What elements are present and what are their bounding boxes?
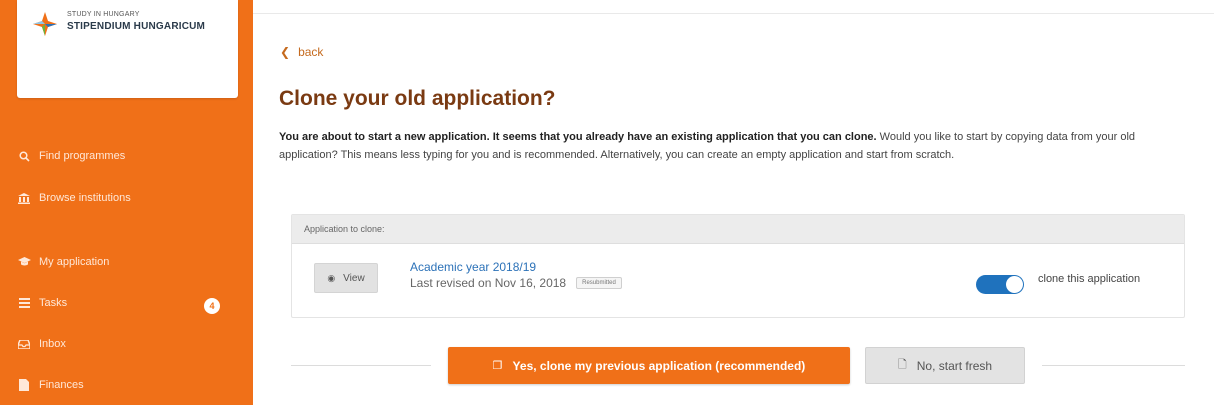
- view-button[interactable]: ◉ View: [314, 263, 378, 293]
- chevron-left-icon: ❮: [280, 45, 291, 59]
- sidebar-item-label: My application: [39, 256, 110, 268]
- document-icon: [17, 378, 31, 392]
- panel-header: Application to clone:: [292, 215, 1184, 244]
- clone-previous-application-button[interactable]: ❐ Yes, clone my previous application (re…: [448, 347, 850, 384]
- star-logo-icon: [33, 12, 57, 36]
- sidebar-item-inbox[interactable]: Inbox: [17, 334, 237, 354]
- application-to-clone-panel: Application to clone: ◉ View Academic ye…: [291, 214, 1185, 318]
- clone-button-label: Yes, clone my previous application (reco…: [512, 358, 806, 373]
- list-icon: [17, 296, 31, 310]
- sidebar-item-label: Browse institutions: [39, 192, 131, 204]
- divider-right: [1042, 365, 1185, 366]
- sidebar-item-finances[interactable]: Finances: [17, 375, 237, 395]
- logo[interactable]: STUDY IN HUNGARY STIPENDIUM HUNGARICUM: [17, 0, 238, 98]
- copy-icon: ❐: [492, 360, 503, 372]
- sidebar-item-label: Tasks: [39, 297, 68, 309]
- description-bold: You are about to start a new application…: [279, 131, 877, 143]
- revised-date: Last revised on Nov 16, 2018: [410, 276, 567, 290]
- search-icon: [17, 149, 31, 163]
- logo-tagline: STUDY IN HUNGARY: [67, 11, 140, 18]
- sidebar-item-browse-institutions[interactable]: Browse institutions: [17, 188, 237, 208]
- inbox-icon: [17, 337, 31, 351]
- application-title-link[interactable]: Academic year 2018/19: [410, 260, 536, 274]
- sidebar-item-label: Find programmes: [39, 150, 126, 162]
- application-revised: Last revised on Nov 16, 2018 Resubmitted: [410, 276, 622, 290]
- tasks-count-badge: 4: [204, 298, 220, 314]
- institution-icon: [17, 191, 31, 205]
- back-link-label: back: [298, 45, 324, 59]
- back-link[interactable]: ❮ back: [280, 45, 323, 59]
- graduation-cap-icon: [17, 255, 31, 269]
- logo-title: STIPENDIUM HUNGARICUM: [67, 21, 206, 32]
- clone-toggle-label: clone this application: [1038, 273, 1141, 285]
- sidebar-item-my-application[interactable]: My application: [17, 252, 237, 272]
- start-fresh-button[interactable]: 🗋 No, start fresh: [865, 347, 1025, 384]
- status-badge: Resubmitted: [576, 277, 622, 289]
- toggle-knob: [1006, 276, 1023, 293]
- sidebar-item-find-programmes[interactable]: Find programmes: [17, 146, 237, 166]
- view-button-label: View: [343, 272, 365, 284]
- sidebar-item-label: Finances: [39, 379, 84, 391]
- page-description: You are about to start a new application…: [279, 128, 1184, 164]
- eye-icon: ◉: [327, 272, 336, 283]
- sidebar-item-label: Inbox: [39, 338, 66, 350]
- divider-left: [291, 365, 431, 366]
- start-fresh-button-label: No, start fresh: [916, 358, 993, 373]
- page-title: Clone your old application?: [279, 87, 556, 110]
- clone-toggle[interactable]: [976, 275, 1024, 294]
- sidebar: STUDY IN HUNGARY STIPENDIUM HUNGARICUM F…: [0, 0, 253, 405]
- file-icon: 🗋: [897, 359, 907, 371]
